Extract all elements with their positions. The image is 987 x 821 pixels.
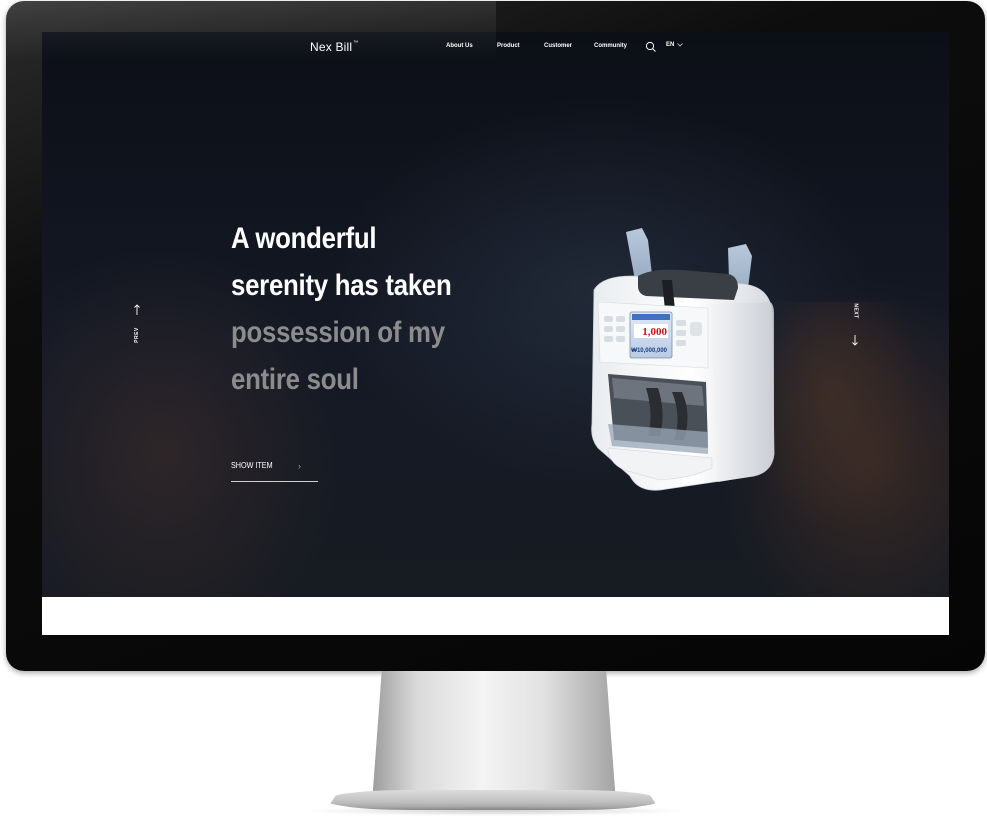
nav-link-customer[interactable]: Customer [544,43,572,49]
lcd-amount-value: ₩10,000,000 [631,348,667,354]
monitor-stand-neck [372,671,616,803]
search-icon[interactable] [645,41,657,53]
panel-button [676,320,686,326]
content-section-start [42,597,949,635]
hero-section: Nex Bill™ About Us Product Customer Comm… [42,32,949,597]
hopper-opening [638,269,738,300]
banknote-counter-image: 1,000 ₩10,000,000 [591,228,775,491]
language-selector[interactable]: EN [666,42,684,48]
panel-button [690,322,702,336]
prev-slide-control[interactable]: PREV [130,304,144,348]
panel-button [616,316,625,322]
headline-line-4: entire soul [231,363,359,396]
panel-button [604,316,613,322]
panel-button [616,326,625,332]
arrow-up-icon [134,304,140,315]
panel-button [604,326,613,332]
panel-button [676,330,686,336]
arrow-down-icon [852,335,858,346]
language-label: EN [666,42,675,48]
stand-shadow [300,806,690,816]
next-label: NEXT [852,303,859,319]
lcd-header-bar [632,314,670,320]
nav-link-community[interactable]: Community [594,43,627,49]
headline-line-3: possession of my [231,316,445,349]
next-slide-control[interactable]: NEXT [848,302,862,350]
chevron-down-icon [677,43,684,47]
chevron-right-icon: › [298,461,301,471]
show-item-label: SHOW ITEM [231,461,273,470]
lcd-count-value: 1,000 [642,326,667,338]
panel-button [676,340,686,346]
machine-side [710,302,774,482]
hero-headline: A wonderful serenity has taken possessio… [231,215,452,403]
top-navigation: Nex Bill™ About Us Product Customer Comm… [42,32,949,64]
nav-link-about-us[interactable]: About Us [446,43,473,49]
headline-line-1: A wonderful [231,222,377,255]
website-screen: Nex Bill™ About Us Product Customer Comm… [42,32,949,635]
nav-link-product[interactable]: Product [497,43,520,49]
panel-button [616,336,625,342]
trademark-mark: ™ [353,40,359,46]
monitor-frame: Nex Bill™ About Us Product Customer Comm… [6,1,985,671]
panel-button [604,336,613,342]
prev-label: PREV [133,327,140,343]
brand-logo[interactable]: Nex Bill™ [310,40,358,54]
brand-logo-text: Nex Bill [310,40,353,54]
show-item-button[interactable]: SHOW ITEM › [231,457,318,482]
headline-line-2: serenity has taken [231,269,452,302]
